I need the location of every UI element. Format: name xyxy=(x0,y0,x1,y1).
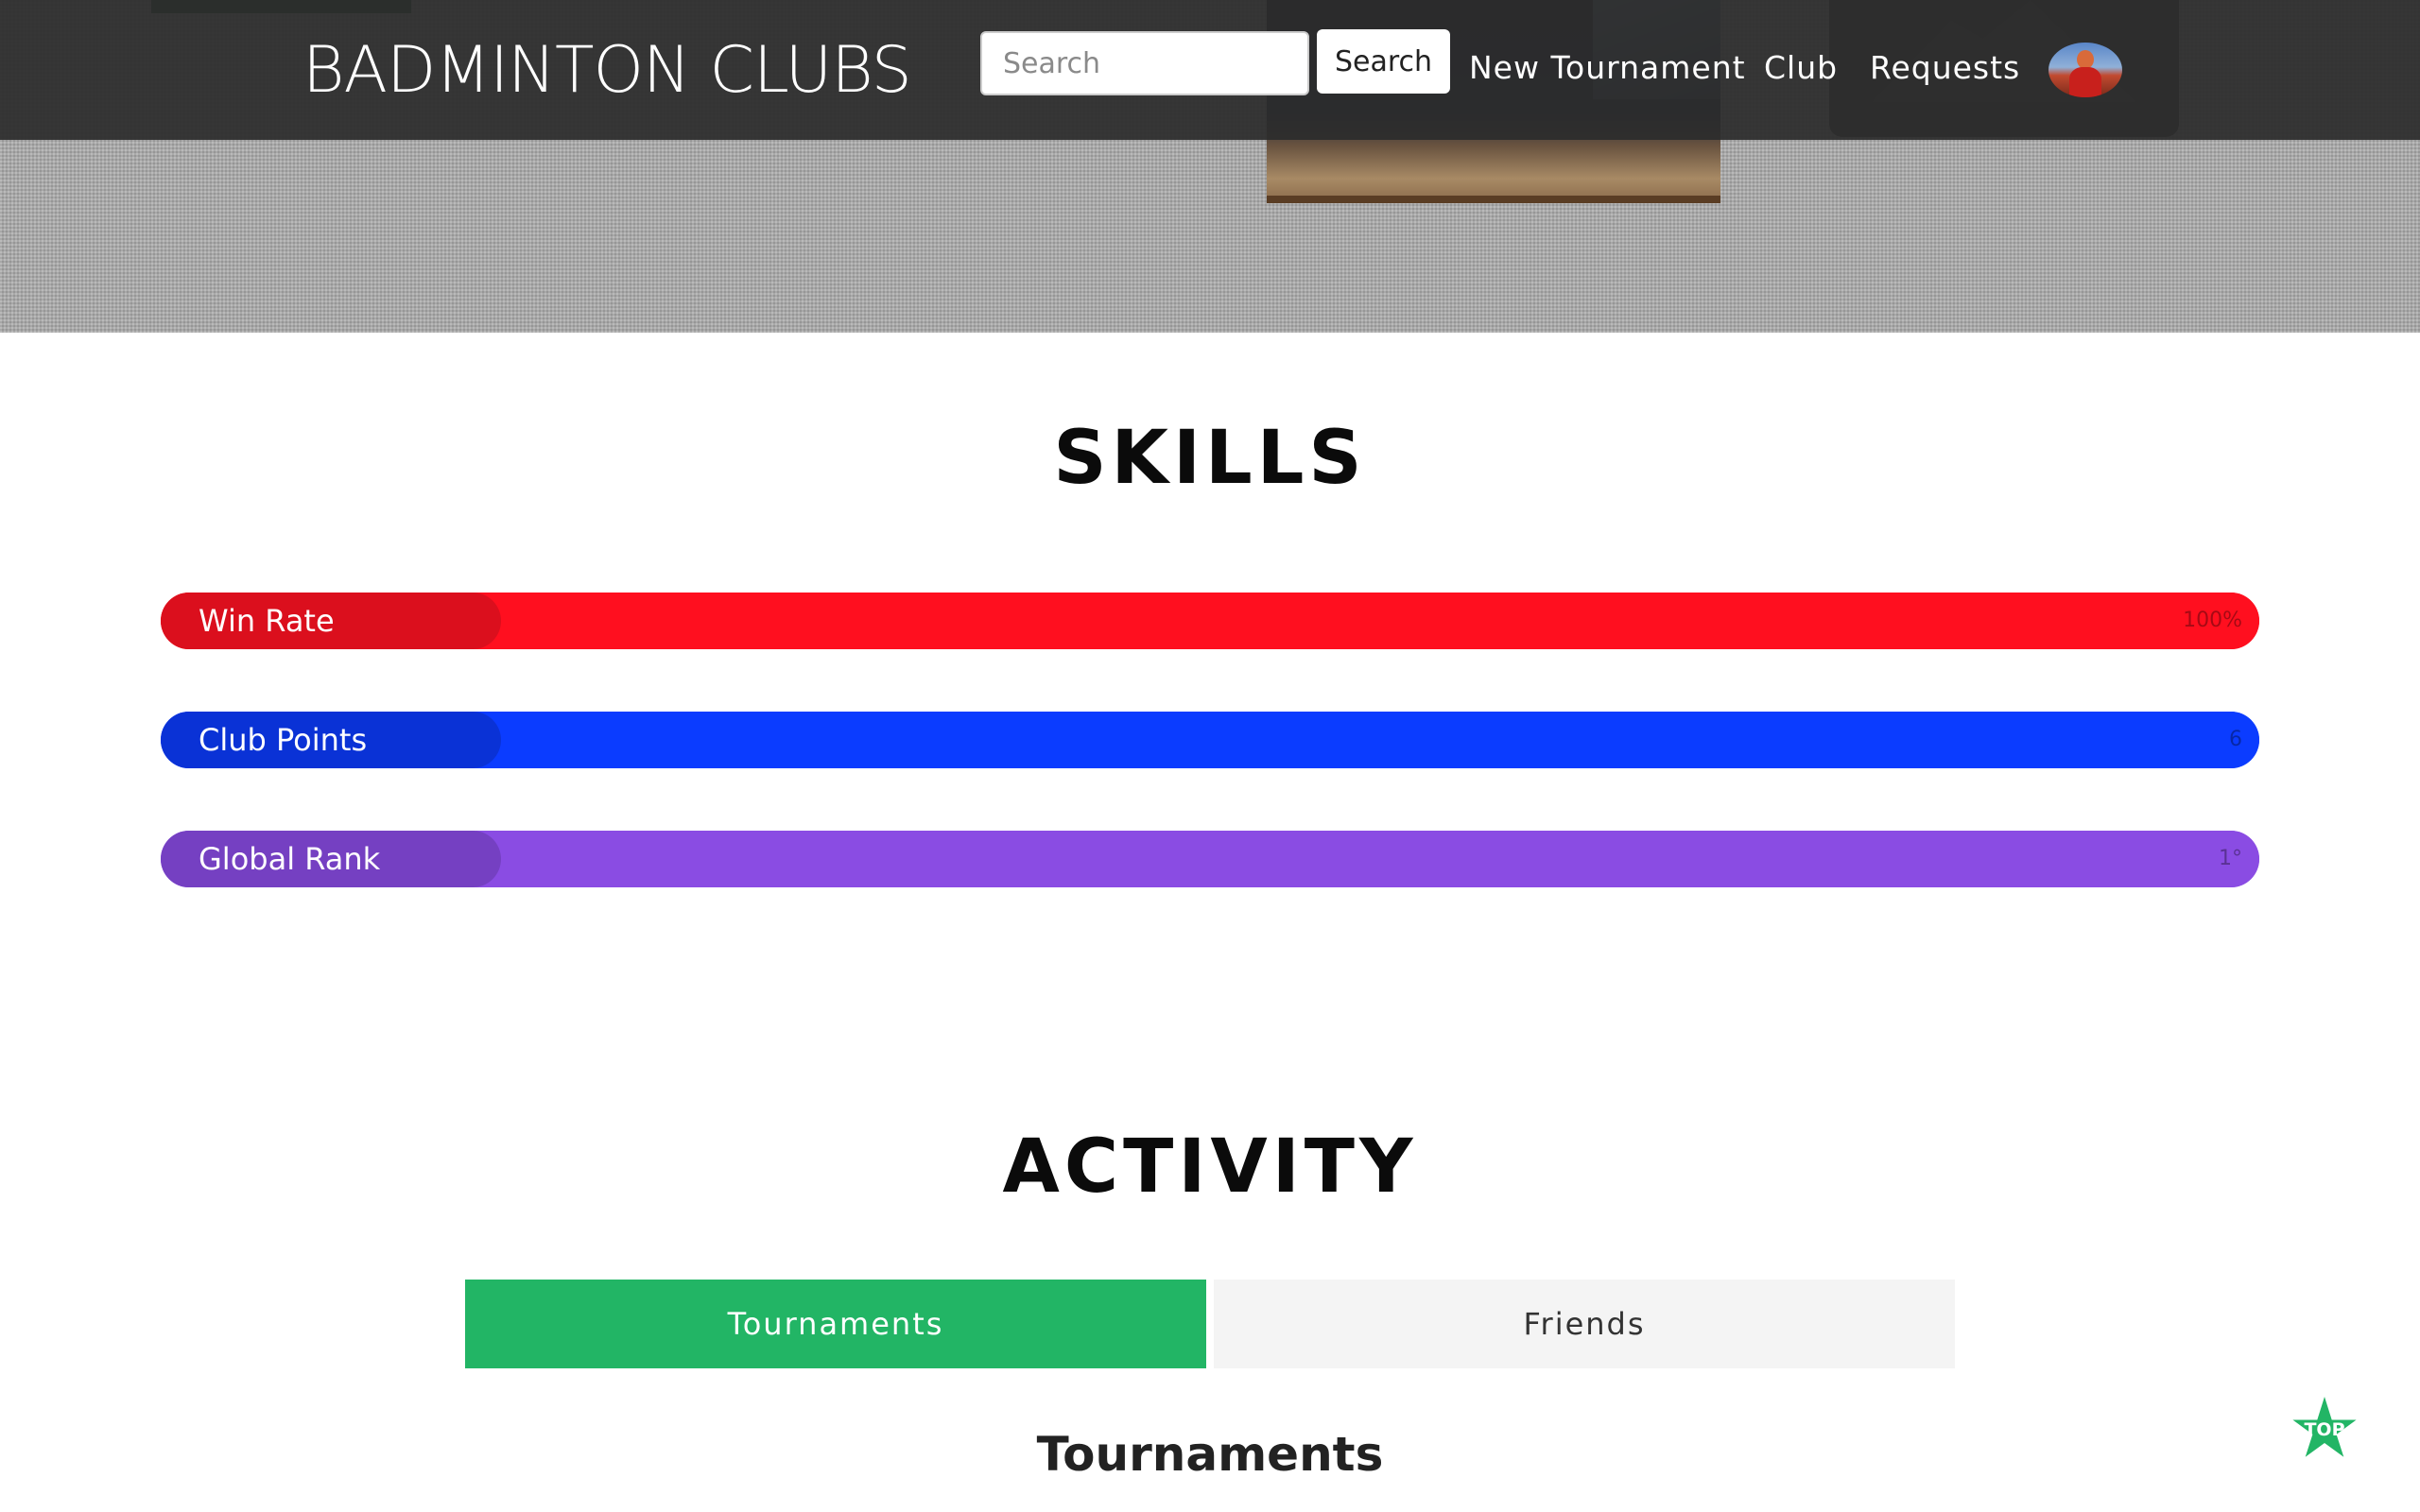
desk-edge xyxy=(1267,196,1720,203)
tab-friends[interactable]: Friends xyxy=(1214,1280,1955,1368)
tournaments-heading: Tournaments xyxy=(1036,1427,1384,1482)
skill-bar-win-rate: Win Rate 100% xyxy=(161,593,2259,649)
back-to-top-label: TOP xyxy=(2304,1419,2345,1440)
avatar-body xyxy=(2069,67,2101,97)
nav-requests[interactable]: Requests xyxy=(1870,43,2020,93)
brand-title[interactable]: BADMINTON CLUBS xyxy=(302,28,912,113)
skill-bar-club-points: Club Points 6 xyxy=(161,712,2259,768)
nav-new-tournament[interactable]: New Tournament xyxy=(1469,43,1746,93)
tab-tournaments[interactable]: Tournaments xyxy=(465,1280,1206,1368)
avatar-head xyxy=(2077,50,2094,69)
skill-label: Win Rate xyxy=(161,593,501,649)
skill-value: 100% xyxy=(2183,609,2242,632)
skill-label: Club Points xyxy=(161,712,501,768)
skill-value: 6 xyxy=(2229,728,2242,751)
skill-label: Global Rank xyxy=(161,831,501,887)
back-to-top-button[interactable]: TOP xyxy=(2291,1397,2358,1463)
nav-club[interactable]: Club xyxy=(1764,43,1838,93)
activity-title: ACTIVITY xyxy=(1002,1125,1418,1210)
avatar[interactable] xyxy=(2048,43,2122,97)
search-button[interactable]: Search xyxy=(1317,29,1450,94)
search-input[interactable] xyxy=(980,31,1309,95)
skill-value: 1° xyxy=(2219,847,2242,870)
skills-title: SKILLS xyxy=(1053,416,1367,501)
navbar: BADMINTON CLUBS Search New Tournament Cl… xyxy=(0,0,2420,140)
skill-bar-global-rank: Global Rank 1° xyxy=(161,831,2259,887)
